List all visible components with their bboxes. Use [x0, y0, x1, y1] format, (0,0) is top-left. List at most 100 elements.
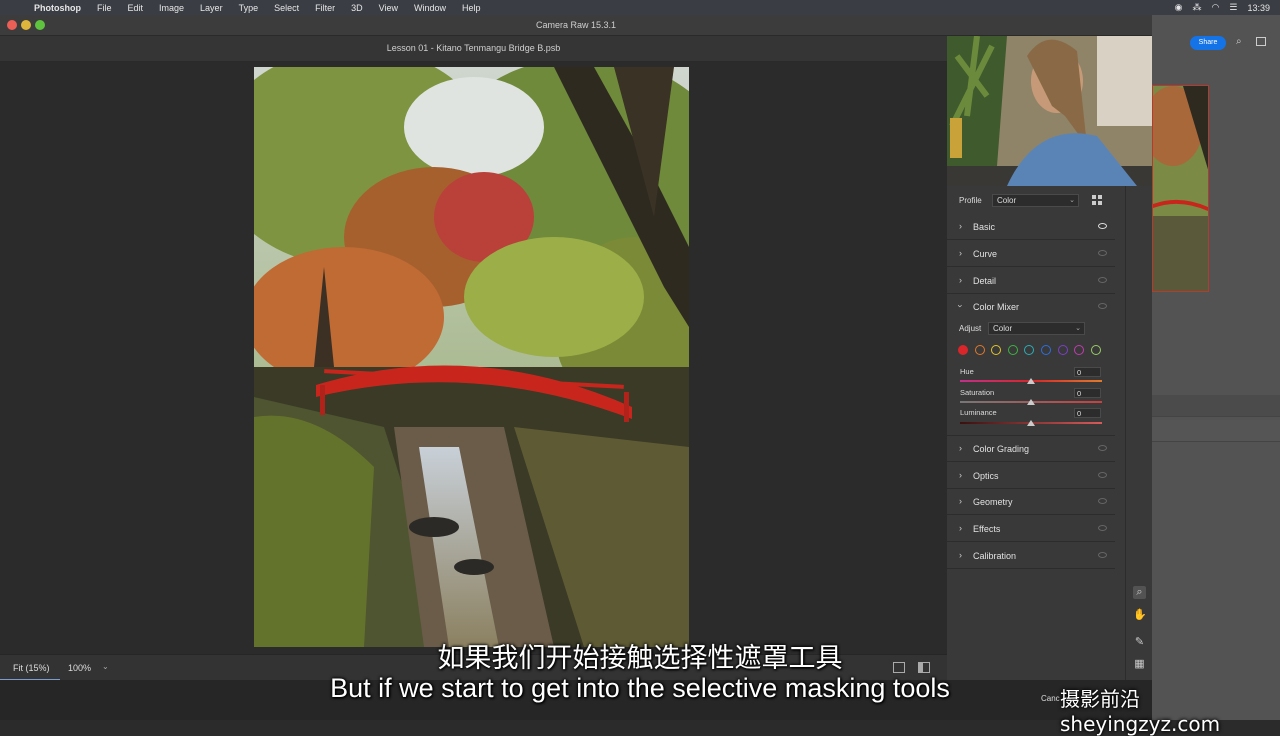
section-label: Basic [973, 222, 996, 232]
menu-filter[interactable]: Filter [307, 3, 343, 13]
menu-app-name[interactable]: Photoshop [26, 3, 89, 13]
menu-bar: Photoshop File Edit Image Layer Type Sel… [0, 0, 1280, 15]
chevron-right-icon: › [959, 470, 962, 480]
adjust-select[interactable]: Color ⌄ [988, 322, 1085, 335]
chevron-down-icon: › [955, 304, 966, 308]
navigator-thumbnail[interactable] [1152, 85, 1209, 292]
search-icon[interactable]: ⌕ [1236, 36, 1242, 47]
section-optics[interactable]: › Optics [947, 463, 1115, 489]
menu-help[interactable]: Help [454, 3, 489, 13]
section-detail[interactable]: › Detail [947, 268, 1115, 294]
section-curve[interactable]: › Curve [947, 241, 1115, 267]
color-swatch[interactable] [974, 345, 985, 355]
color-swatch[interactable] [1007, 345, 1018, 355]
menu-3d[interactable]: 3D [343, 3, 371, 13]
record-icon[interactable]: ◉ [1175, 2, 1183, 13]
eye-icon[interactable] [1098, 303, 1107, 309]
webcam-overlay [947, 36, 1152, 186]
menu-select[interactable]: Select [266, 3, 307, 13]
window-title: Camera Raw 15.3.1 [535, 20, 617, 30]
window-titlebar: Camera Raw 15.3.1 [0, 15, 1152, 36]
watermark: 摄影前沿 sheyingzyz.com [1060, 687, 1221, 736]
color-swatch[interactable] [1090, 345, 1101, 355]
preview-image[interactable] [254, 67, 689, 647]
color-swatch[interactable] [1024, 345, 1035, 355]
eye-icon[interactable] [1098, 445, 1107, 451]
menu-file[interactable]: File [89, 3, 120, 13]
document-name: Lesson 01 - Kitano Tenmangu Bridge B.psb [386, 43, 561, 53]
eye-icon[interactable] [1098, 472, 1107, 478]
section-basic[interactable]: › Basic [947, 214, 1115, 240]
color-swatch[interactable] [1041, 345, 1051, 355]
chevron-down-icon: ⌄ [1075, 325, 1081, 332]
hue-value[interactable]: 0 [1074, 367, 1101, 377]
section-label: Calibration [973, 551, 1017, 561]
color-swatch[interactable] [1074, 345, 1085, 355]
section-calibration[interactable]: › Calibration [947, 543, 1115, 569]
hand-tool-icon[interactable]: ✋ [1133, 609, 1147, 622]
color-swatch[interactable] [991, 345, 1002, 355]
layer-row[interactable] [1152, 395, 1280, 417]
eye-icon[interactable] [1098, 552, 1107, 558]
tool-strip: ⌕ ✋ ✎ ▦ [1125, 186, 1152, 680]
section-label: Optics [973, 471, 999, 481]
section-geometry[interactable]: › Geometry [947, 489, 1115, 515]
menu-edit[interactable]: Edit [120, 3, 152, 13]
section-label: Color Mixer [973, 302, 1020, 312]
eye-icon[interactable] [1098, 250, 1107, 256]
layer-row[interactable] [1152, 420, 1280, 442]
chevron-down-icon: ⌄ [1069, 197, 1075, 204]
document-bar: Lesson 01 - Kitano Tenmangu Bridge B.psb [0, 36, 947, 62]
menu-type[interactable]: Type [231, 3, 267, 13]
workspace-icon[interactable] [1256, 37, 1266, 46]
chevron-right-icon: › [959, 275, 962, 285]
bluetooth-icon[interactable]: ⁂ [1193, 2, 1202, 13]
profile-row: Profile Color ⌄ [947, 186, 1125, 214]
edit-panel: Profile Color ⌄ › Basic › Curve › Detail… [947, 186, 1125, 680]
section-label: Curve [973, 249, 998, 259]
profile-label: Profile [959, 196, 982, 205]
saturation-value[interactable]: 0 [1074, 388, 1101, 398]
menu-view[interactable]: View [371, 3, 406, 13]
hue-label: Hue [960, 367, 974, 376]
section-label: Effects [973, 524, 1001, 534]
section-label: Detail [973, 276, 997, 286]
eye-icon[interactable] [1098, 525, 1107, 531]
menu-image[interactable]: Image [151, 3, 192, 13]
saturation-label: Saturation [960, 388, 995, 397]
menubar-status-area: ◉ ⁂ ◠ ☰ 13:39 [1175, 0, 1270, 15]
adjust-label: Adjust [959, 324, 982, 333]
chevron-right-icon: › [959, 221, 962, 231]
subtitle-chinese: 如果我们开始接触选择性遮罩工具 [437, 643, 843, 674]
eye-icon[interactable] [1098, 277, 1107, 283]
luminance-value[interactable]: 0 [1074, 408, 1101, 418]
color-mixer-header[interactable]: › Color Mixer [947, 294, 1115, 320]
luminance-label: Luminance [960, 408, 997, 417]
saturation-slider-thumb[interactable] [1027, 399, 1035, 405]
zoom-tool-icon[interactable]: ⌕ [1133, 586, 1146, 599]
chevron-right-icon: › [959, 550, 962, 560]
adjust-value: Color [993, 324, 1013, 333]
color-swatch[interactable] [958, 345, 968, 355]
hue-slider-thumb[interactable] [1027, 378, 1035, 384]
section-effects[interactable]: › Effects [947, 516, 1115, 542]
menu-layer[interactable]: Layer [192, 3, 231, 13]
wifi-icon[interactable]: ◠ [1212, 2, 1220, 13]
menu-window[interactable]: Window [406, 3, 454, 13]
luminance-slider-thumb[interactable] [1027, 420, 1035, 426]
control-center-icon[interactable]: ☰ [1229, 2, 1237, 13]
section-color-grading[interactable]: › Color Grading [947, 436, 1115, 462]
chevron-right-icon: › [959, 248, 962, 258]
eye-icon[interactable] [1098, 498, 1107, 504]
eye-icon[interactable] [1098, 223, 1107, 229]
color-swatch[interactable] [1057, 345, 1068, 355]
chevron-right-icon: › [959, 443, 962, 453]
clock[interactable]: 13:39 [1247, 3, 1270, 13]
photoshop-side-panel: Share ⌕ [1152, 15, 1280, 720]
share-button[interactable]: Share [1190, 36, 1226, 50]
profile-select[interactable]: Color ⌄ [992, 194, 1079, 207]
section-label: Color Grading [973, 444, 1030, 454]
chevron-right-icon: › [959, 496, 962, 506]
section-color-mixer: › Color Mixer Adjust Color ⌄ Hue 0 Satur… [947, 294, 1115, 436]
profile-browser-icon[interactable] [1092, 195, 1102, 205]
